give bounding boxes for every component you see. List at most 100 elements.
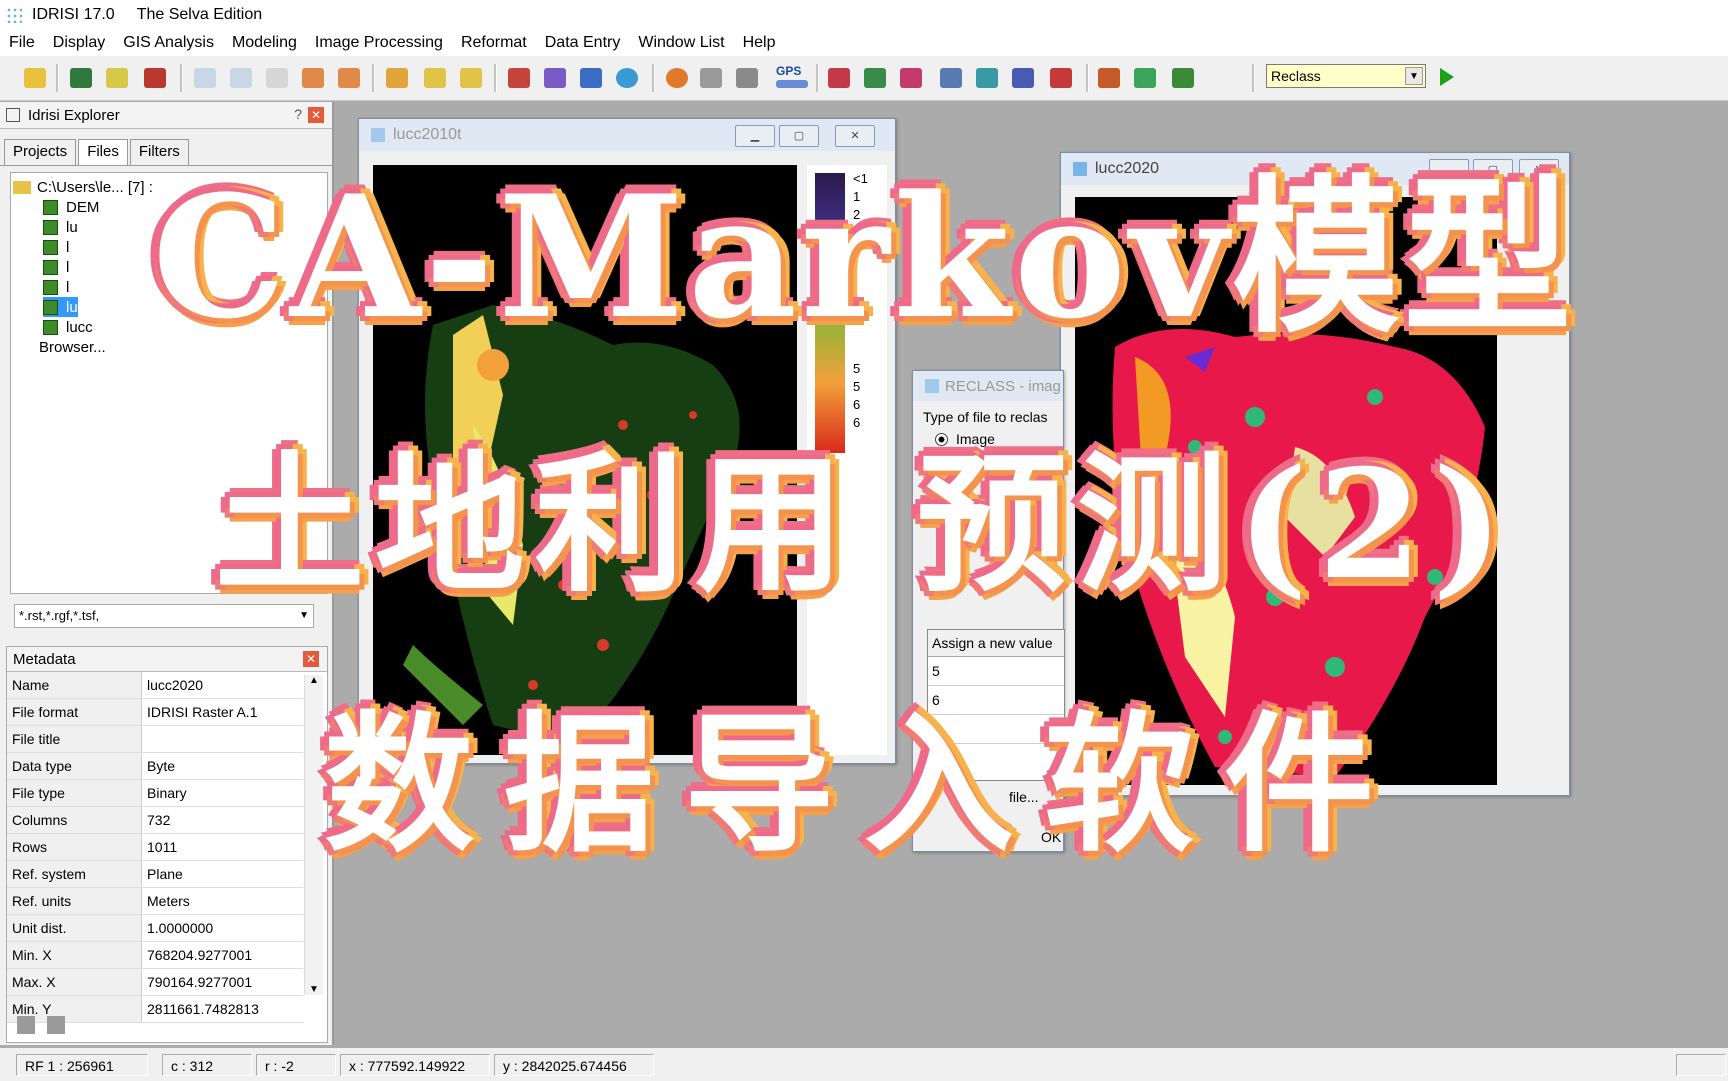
close-icon[interactable]: ✕ — [303, 651, 319, 667]
chevron-down-icon[interactable]: ▼ — [299, 605, 309, 627]
run-icon[interactable] — [1440, 68, 1454, 86]
help-icon[interactable]: ? — [294, 106, 302, 122]
reclass-value-table[interactable]: Assign a new value 5 6 7 — [927, 629, 1065, 781]
macro-modeler-icon[interactable] — [1098, 68, 1120, 88]
menu-gis-analysis[interactable]: GIS Analysis — [114, 34, 223, 52]
close-icon[interactable]: ✕ — [1519, 159, 1559, 181]
measure-icon[interactable] — [580, 68, 602, 88]
list-item[interactable]: lucc — [43, 317, 93, 337]
chevron-up-icon[interactable]: ▲ — [305, 675, 323, 686]
bar-chart-icon[interactable] — [828, 68, 850, 88]
chevron-down-icon[interactable]: ▼ — [1405, 67, 1423, 85]
histogram-icon[interactable] — [544, 68, 566, 88]
ok-button[interactable]: OK — [1041, 829, 1061, 845]
metadata-value[interactable]: Binary — [141, 779, 303, 807]
query-icon[interactable] — [508, 68, 530, 88]
menu-image-processing[interactable]: Image Processing — [306, 34, 452, 52]
table-row[interactable]: Unit dist. 1.0000000 — [7, 914, 303, 942]
table-row[interactable]: Ref. system Plane — [7, 860, 303, 888]
graph-icon[interactable] — [1172, 68, 1194, 88]
list-icon[interactable] — [1012, 68, 1034, 88]
list-item[interactable]: l — [43, 277, 69, 297]
metadata-value[interactable]: Meters — [141, 887, 303, 915]
list-item[interactable]: DEM — [43, 197, 99, 217]
metadata-save-icon[interactable] — [17, 1016, 35, 1034]
metadata-value[interactable]: 768204.9277001 — [141, 941, 303, 969]
table-row[interactable]: Max. X 790164.9277001 — [7, 968, 303, 996]
menu-data-entry[interactable]: Data Entry — [536, 34, 630, 52]
table-row[interactable]: Rows 1011 — [7, 833, 303, 861]
metadata-value[interactable]: 1.0000000 — [141, 914, 303, 942]
filter-icon[interactable] — [736, 68, 758, 88]
minimize-icon[interactable]: ▁ — [1429, 159, 1469, 181]
display-map-icon[interactable] — [70, 68, 92, 88]
metadata-value[interactable]: Plane — [141, 860, 303, 888]
list-item-selected[interactable]: lu — [43, 297, 78, 317]
map-canvas[interactable] — [1075, 197, 1497, 785]
open-workspace-icon[interactable] — [24, 68, 46, 88]
metadata-edit-icon[interactable] — [47, 1016, 65, 1034]
table-row[interactable]: File title — [7, 725, 303, 753]
menu-window-list[interactable]: Window List — [629, 34, 733, 52]
chevron-down-icon[interactable]: ▼ — [305, 984, 323, 995]
close-icon[interactable]: ✕ — [308, 107, 324, 123]
zoom-window-icon[interactable] — [266, 68, 288, 88]
database-workshop-icon[interactable] — [976, 68, 998, 88]
map-window-left[interactable]: lucc2010t ▁ ▢ ✕ <1 1 2 5 5 6 6 — [358, 118, 896, 764]
delete-feature-icon[interactable] — [460, 68, 482, 88]
metadata-value[interactable]: 790164.9277001 — [141, 968, 303, 996]
crosshair-icon[interactable] — [666, 68, 688, 88]
digitize-icon[interactable] — [424, 68, 446, 88]
menu-help[interactable]: Help — [734, 34, 785, 52]
table-row[interactable]: Data type Byte — [7, 752, 303, 780]
scrollbar[interactable]: ▲ ▼ — [304, 675, 323, 995]
table-row[interactable]: 6 — [928, 686, 1064, 715]
stack-icon[interactable] — [1050, 68, 1072, 88]
map-window-right[interactable]: lucc2020 ▁ ▢ ✕ — [1060, 152, 1570, 796]
layer-icon[interactable] — [144, 68, 166, 88]
feature-properties-icon[interactable] — [386, 68, 408, 88]
target-icon[interactable] — [616, 68, 638, 88]
file-filter-input[interactable]: *.rst,*.rgf,*.tsf, ▼ — [14, 604, 314, 628]
menu-file[interactable]: File — [0, 34, 44, 52]
module-select[interactable]: Reclass ▼ — [1266, 64, 1426, 88]
maximize-icon[interactable]: ▢ — [1473, 159, 1513, 181]
menu-display[interactable]: Display — [44, 34, 114, 52]
radio-image[interactable]: Image — [935, 431, 995, 447]
pan-icon[interactable] — [302, 68, 324, 88]
table-row[interactable]: File type Binary — [7, 779, 303, 807]
metadata-value[interactable]: Byte — [141, 752, 303, 780]
table-row[interactable]: Min. X 768204.9277001 — [7, 941, 303, 969]
metadata-value[interactable]: 1011 — [141, 833, 303, 861]
table-row[interactable]: Columns 732 — [7, 806, 303, 834]
table-row[interactable]: Ref. units Meters — [7, 887, 303, 915]
tab-filters[interactable]: Filters — [129, 139, 189, 165]
table-icon[interactable] — [940, 68, 962, 88]
table-row[interactable]: 7 — [928, 715, 1064, 744]
import-icon[interactable] — [900, 68, 922, 88]
table-row[interactable]: Name lucc2020 — [7, 672, 303, 699]
tools-icon[interactable] — [700, 68, 722, 88]
metadata-value[interactable]: IDRISI Raster A.1 — [141, 698, 303, 726]
shapes-icon[interactable] — [1134, 68, 1156, 88]
metadata-value[interactable]: 2811661.7482813 — [141, 995, 303, 1023]
save-file-button[interactable]: file... — [1009, 789, 1039, 805]
list-item[interactable]: l — [43, 237, 69, 257]
gps-button[interactable]: GPS — [776, 64, 810, 78]
tab-files[interactable]: Files — [78, 139, 128, 165]
menu-reformat[interactable]: Reformat — [452, 34, 536, 52]
list-item[interactable]: lu — [43, 217, 78, 237]
minimize-icon[interactable]: ▁ — [735, 125, 775, 147]
table-row[interactable]: File format IDRISI Raster A.1 — [7, 698, 303, 726]
browser-item[interactable]: Browser... — [39, 337, 106, 357]
metadata-value[interactable] — [141, 725, 303, 753]
zoom-in-icon[interactable] — [194, 68, 216, 88]
table-row[interactable]: 5 — [928, 657, 1064, 686]
tree-root[interactable]: C:\Users\le... [7] : — [13, 177, 153, 197]
profile-icon[interactable] — [864, 68, 886, 88]
maximize-icon[interactable]: ▢ — [779, 125, 819, 147]
close-icon[interactable]: ✕ — [835, 125, 875, 147]
metadata-value[interactable]: 732 — [141, 806, 303, 834]
metadata-value[interactable]: lucc2020 — [141, 672, 303, 699]
map-canvas[interactable] — [373, 165, 797, 755]
